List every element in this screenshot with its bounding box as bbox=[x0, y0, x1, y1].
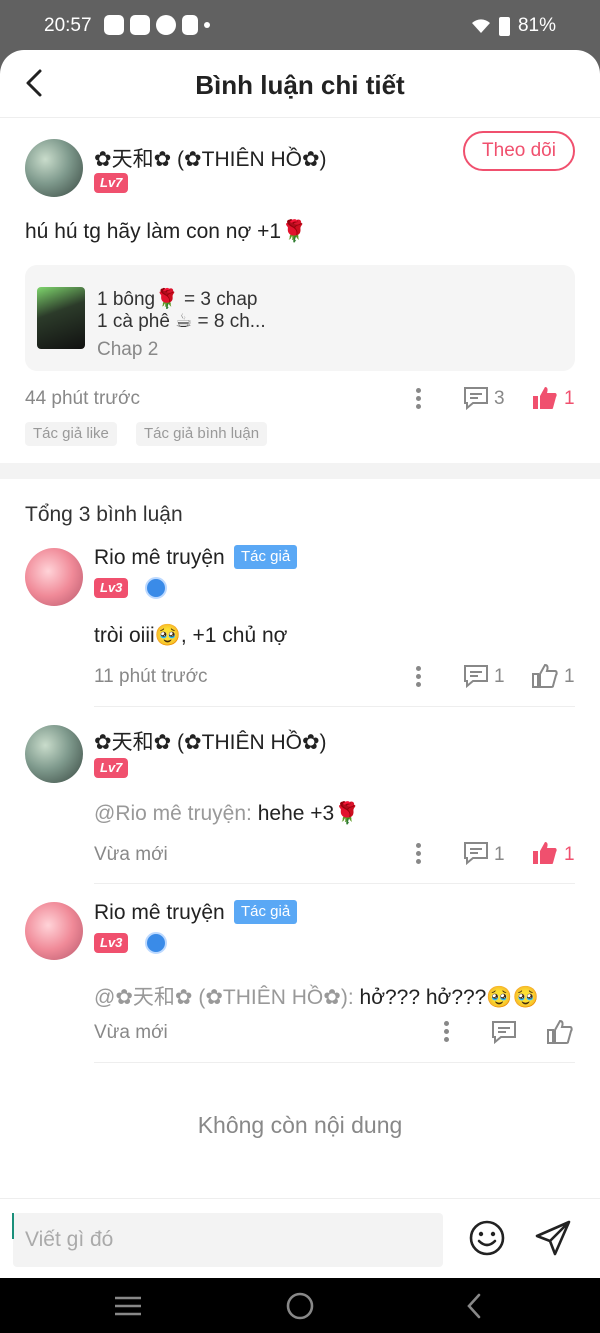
app-notification-icon bbox=[104, 15, 124, 35]
send-icon[interactable] bbox=[534, 1219, 572, 1257]
verified-badge-icon bbox=[145, 932, 167, 954]
more-options-icon[interactable] bbox=[416, 666, 422, 690]
more-notifications-dot-icon bbox=[204, 22, 210, 28]
like-count: 1 bbox=[564, 844, 575, 865]
follow-button[interactable]: Theo dõi bbox=[463, 131, 575, 171]
verified-badge-icon bbox=[145, 577, 167, 599]
username[interactable]: Rio mê truyện bbox=[94, 546, 225, 570]
recent-apps-icon[interactable] bbox=[113, 1292, 143, 1320]
like-count: 1 bbox=[564, 666, 575, 687]
comment-time: Vừa mới bbox=[94, 844, 168, 865]
section-separator bbox=[0, 463, 600, 479]
avatar[interactable] bbox=[25, 548, 83, 606]
mention[interactable]: @✿天和✿ (✿THIÊN HỒ✿): bbox=[94, 986, 354, 1009]
comment-input[interactable]: Viết gì đó bbox=[13, 1213, 443, 1267]
like-outline-icon[interactable] bbox=[532, 664, 558, 688]
app-screen: Bình luận chi tiết ✿天和✿ (✿THIÊN HỒ✿) Lv7… bbox=[0, 50, 600, 1278]
username[interactable]: ✿天和✿ (✿THIÊN HỒ✿) bbox=[94, 726, 327, 756]
tiktok-notification-icon bbox=[182, 15, 198, 35]
like-filled-icon[interactable] bbox=[532, 841, 558, 865]
comment-text: tròi oiii🥹, +1 chủ nợ bbox=[94, 624, 287, 648]
home-icon[interactable] bbox=[285, 1292, 315, 1320]
comment-input-bar: Viết gì đó bbox=[0, 1198, 600, 1278]
comment-time: Vừa mới bbox=[94, 1022, 168, 1043]
card-line-1: 1 bông🌹 = 3 chap bbox=[97, 289, 258, 310]
author-comment-tag: Tác giả bình luận bbox=[136, 422, 268, 446]
card-chapter: Chap 2 bbox=[97, 339, 159, 360]
status-right: 81% bbox=[471, 15, 556, 37]
more-options-icon[interactable] bbox=[416, 843, 422, 867]
main-comment: ✿天和✿ (✿THIÊN HỒ✿) Lv7 Theo dõi hú hú tg … bbox=[0, 118, 600, 463]
level-badge: Lv7 bbox=[94, 758, 129, 778]
reply-icon[interactable] bbox=[491, 1020, 517, 1044]
username[interactable]: Rio mê truyện bbox=[94, 901, 225, 925]
comment-time: 11 phút trước bbox=[94, 666, 208, 687]
avatar[interactable] bbox=[25, 139, 83, 197]
comment-body: tròi oiii🥹, +1 chủ nợ bbox=[94, 624, 288, 647]
mention[interactable]: @Rio mê truyện: bbox=[94, 802, 252, 825]
card-line-2: 1 cà phê ☕ = 8 ch... bbox=[97, 311, 266, 332]
level-badge: Lv7 bbox=[94, 173, 129, 193]
page-title: Bình luận chi tiết bbox=[195, 70, 405, 100]
username[interactable]: ✿天和✿ (✿THIÊN HỒ✿) bbox=[94, 143, 327, 173]
comment-body: hở??? hở???🥹🥹 bbox=[359, 986, 539, 1009]
level-badge: Lv3 bbox=[94, 578, 129, 598]
battery-percent: 81% bbox=[517, 15, 556, 36]
comment-body: hehe +3🌹 bbox=[257, 802, 361, 825]
system-nav-bar bbox=[0, 1278, 600, 1333]
app-notification-icon bbox=[130, 15, 150, 35]
reply-count: 3 bbox=[494, 388, 505, 409]
like-filled-icon[interactable] bbox=[532, 386, 558, 410]
top-bar: Bình luận chi tiết bbox=[0, 50, 600, 118]
text-cursor bbox=[12, 1213, 14, 1239]
divider bbox=[94, 706, 575, 707]
battery-icon bbox=[498, 16, 510, 36]
chapter-card[interactable]: 1 bông🌹 = 3 chap 1 cà phê ☕ = 8 ch... Ch… bbox=[25, 265, 575, 371]
divider bbox=[94, 883, 575, 884]
reply-icon[interactable] bbox=[463, 841, 489, 865]
end-of-content: Không còn nội dung bbox=[197, 1112, 403, 1138]
status-time: 20:57 bbox=[44, 15, 92, 36]
author-like-tag: Tác giả like bbox=[25, 422, 117, 446]
wifi-icon bbox=[471, 19, 490, 33]
emoji-icon[interactable] bbox=[468, 1219, 506, 1257]
reply-icon[interactable] bbox=[463, 386, 489, 410]
like-outline-icon[interactable] bbox=[547, 1020, 573, 1044]
notification-icons bbox=[104, 15, 210, 35]
more-options-icon[interactable] bbox=[416, 388, 422, 412]
comment-text: @Rio mê truyện: hehe +3🌹 bbox=[94, 802, 360, 826]
avatar[interactable] bbox=[25, 725, 83, 783]
total-comments: Tổng 3 bình luận bbox=[25, 503, 183, 526]
reply-icon[interactable] bbox=[463, 664, 489, 688]
author-tag: Tác giả bbox=[234, 900, 298, 924]
comment-time: 44 phút trước bbox=[25, 388, 140, 409]
chapter-thumbnail bbox=[37, 287, 85, 349]
like-count: 1 bbox=[564, 388, 575, 409]
author-tag: Tác giả bbox=[234, 545, 298, 569]
more-options-icon[interactable] bbox=[444, 1021, 450, 1045]
comment-text: @✿天和✿ (✿THIÊN HỒ✿): hở??? hở???🥹🥹 bbox=[94, 981, 539, 1011]
divider bbox=[94, 1062, 575, 1063]
comment-text: hú hú tg hãy làm con nợ +1🌹 bbox=[25, 220, 308, 243]
nav-back-icon[interactable] bbox=[460, 1292, 490, 1320]
status-bar: 20:57 81% bbox=[0, 0, 600, 52]
cloud-notification-icon bbox=[156, 15, 176, 35]
avatar[interactable] bbox=[25, 902, 83, 960]
reply-count: 1 bbox=[494, 666, 505, 687]
level-badge: Lv3 bbox=[94, 933, 129, 953]
reply-count: 1 bbox=[494, 844, 505, 865]
